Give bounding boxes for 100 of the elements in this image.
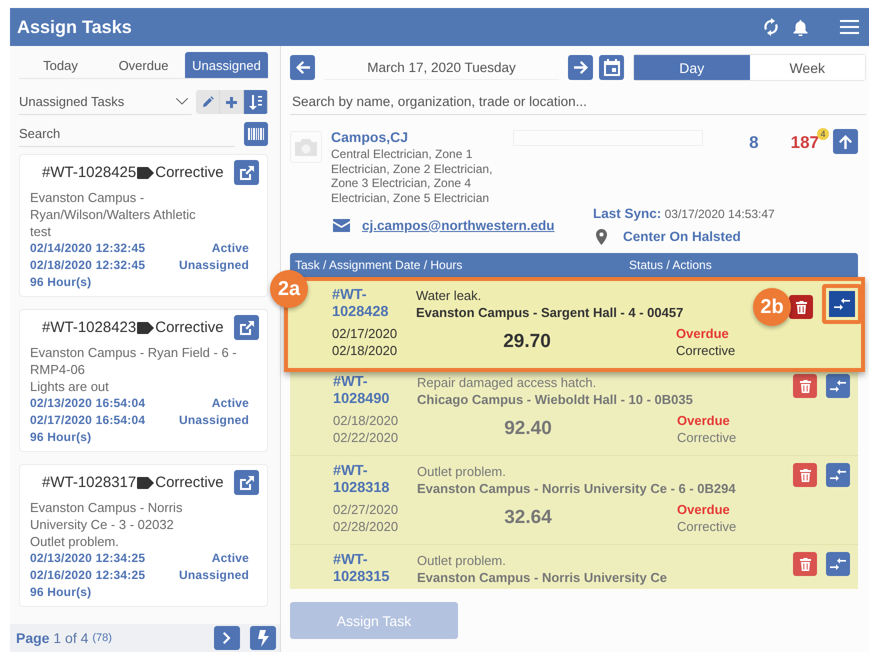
external-link-icon (240, 166, 254, 180)
page-indicator: Page 1 of 4 (16, 630, 88, 646)
lightning-icon (258, 630, 268, 646)
start-date: 02/27/2020 (333, 501, 400, 518)
location-pin-icon (596, 228, 607, 245)
next-day-button[interactable] (568, 55, 593, 80)
calendar-button[interactable] (599, 55, 624, 80)
task-description: Outlet problem. (417, 463, 506, 480)
tag-icon (137, 322, 154, 334)
task-count: 8 (749, 133, 759, 153)
scroll-up-button[interactable] (833, 129, 858, 154)
trash-icon (800, 558, 810, 570)
task-type: Corrective (676, 342, 736, 359)
edit-button[interactable] (196, 90, 220, 114)
task-status: Overdue (676, 325, 730, 342)
task-hours: 96 Hour(s) (30, 274, 92, 291)
bell-icon[interactable] (793, 18, 808, 36)
task-id: #WT-1028425 (42, 164, 136, 181)
task-id[interactable]: #WT-1028315 (333, 552, 397, 586)
start-date: 02/13/2020 16:54:04 (30, 395, 146, 412)
previous-day-button[interactable] (290, 55, 315, 80)
task-hours: 92.40 (503, 420, 553, 436)
filter-tab[interactable]: Overdue (102, 52, 185, 78)
plus-icon (226, 96, 237, 108)
arrow-left-icon (296, 61, 310, 74)
external-link-icon (240, 476, 254, 490)
view-tab[interactable]: Day (634, 55, 750, 80)
reassign-button[interactable] (822, 284, 862, 324)
tag-icon (137, 476, 154, 488)
task-location: Evanston Campus - Ryan Field - 6 - RMP4-06 (30, 344, 238, 378)
task-hours: 32.64 (503, 508, 553, 526)
filter-tab[interactable]: Unassigned (185, 52, 268, 78)
due-date: 02/17/2020 16:54:04 (30, 412, 146, 429)
start-date: 02/18/2020 (333, 412, 400, 429)
trash-icon (796, 300, 806, 314)
reassign-button[interactable] (826, 374, 850, 398)
callout-badge: 2b (753, 288, 791, 326)
last-sync-label: Last Sync: (593, 206, 662, 221)
task-type: Corrective (155, 319, 224, 336)
swap-arrows-icon (834, 298, 850, 310)
date-display: March 17, 2020 Tuesday (324, 55, 559, 80)
task-id[interactable]: #WT-1028318 (333, 463, 397, 497)
menu-icon[interactable] (840, 20, 859, 34)
task-hours: 29.70 (502, 332, 552, 350)
task-status: Overdue (677, 501, 731, 518)
task-hours: 96 Hour(s) (30, 429, 92, 446)
list-dropdown[interactable]: Unassigned Tasks (19, 89, 192, 115)
flash-button[interactable] (250, 626, 276, 650)
trash-icon (800, 380, 810, 392)
delete-button[interactable] (789, 295, 813, 319)
due-date: 02/18/2020 (332, 342, 398, 359)
barcode-button[interactable] (244, 122, 268, 146)
swap-arrows-icon (830, 558, 846, 570)
open-task-button[interactable] (234, 160, 259, 185)
task-id[interactable]: #WT-1028490 (333, 374, 397, 408)
swap-arrows-icon (830, 380, 846, 392)
delete-button[interactable] (793, 552, 817, 576)
location-name: Center On Halsted (623, 229, 741, 244)
task-hours: 96 Hour(s) (30, 584, 92, 601)
pencil-icon (202, 96, 214, 108)
camera-icon (295, 138, 317, 156)
email-link[interactable]: cj.campos@northwestern.edu (362, 218, 554, 233)
assignment-status: Unassigned (178, 257, 249, 274)
person-name[interactable]: Campos,CJ (331, 129, 513, 145)
sort-button[interactable] (244, 90, 268, 114)
start-date: 02/17/2020 (332, 325, 398, 342)
task-type: Corrective (155, 164, 224, 181)
task-type: Corrective (155, 474, 224, 491)
task-description: Outlet problem. (30, 533, 120, 550)
person-trades: Central Electrician, Zone 1 Electrician, Zone 2 Electrician, Zone 3 Electrician, Zone 4 Electrician, Zone 5 Electrician (331, 147, 494, 205)
delete-button[interactable] (793, 463, 817, 487)
search-field[interactable]: Search by name, organization, trade or location... (290, 88, 866, 115)
next-page-button[interactable] (214, 626, 240, 650)
task-status: Overdue (677, 412, 731, 429)
search-field[interactable]: Search (19, 121, 235, 147)
due-date: 02/28/2020 (333, 518, 400, 535)
task-id: #WT-1028317 (42, 474, 136, 491)
reassign-button[interactable] (826, 463, 850, 487)
mail-icon (333, 218, 350, 232)
task-description: Lights are out (30, 378, 110, 395)
sync-icon[interactable] (763, 18, 779, 36)
count-badge: 4 (817, 128, 829, 140)
task-description: Repair damaged access hatch. (417, 374, 596, 391)
reassign-button[interactable] (826, 552, 850, 576)
filter-tab[interactable]: Today (19, 52, 102, 78)
due-date: 02/16/2020 12:34:25 (30, 567, 146, 584)
add-button[interactable] (220, 90, 244, 114)
column-header: Status / Actions (629, 258, 712, 272)
assignment-status: Unassigned (178, 567, 249, 584)
open-task-button[interactable] (234, 315, 259, 340)
calendar-icon (604, 59, 620, 76)
open-task-button[interactable] (234, 470, 259, 495)
task-id[interactable]: #WT-1028428 (332, 287, 396, 321)
start-date: 02/13/2020 12:34:25 (30, 550, 146, 567)
due-date: 02/22/2020 (333, 429, 400, 446)
delete-button[interactable] (793, 374, 817, 398)
start-date: 02/14/2020 12:32:45 (30, 240, 146, 257)
task-type: Corrective (677, 429, 738, 446)
task-description: test (30, 223, 52, 240)
arrow-up-icon (839, 134, 852, 148)
